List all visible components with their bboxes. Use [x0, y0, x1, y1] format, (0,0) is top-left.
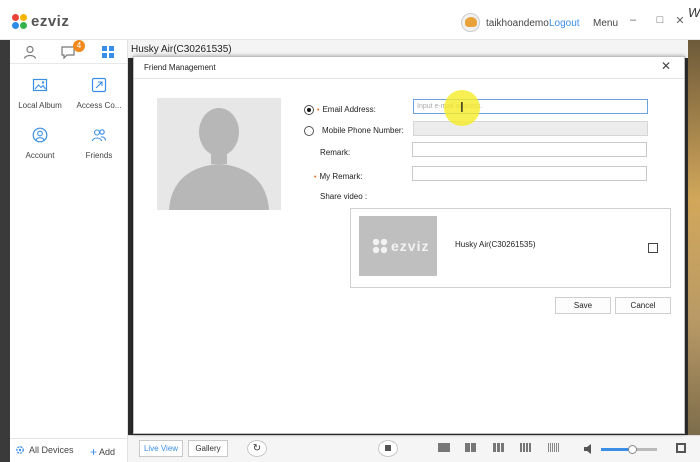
- ezviz-thumbnail-logo: ezviz: [372, 238, 429, 254]
- sidebar-item-label: Friends: [85, 151, 113, 160]
- device-name: Husky Air(C30261535): [131, 44, 232, 55]
- sidebar-item-local-album[interactable]: Local Album: [12, 77, 68, 110]
- sidebar-tabs: 4: [10, 40, 127, 64]
- add-label: Add: [99, 447, 116, 457]
- remark-input[interactable]: [412, 142, 647, 157]
- dialog-title: Friend Management: [144, 63, 216, 72]
- all-devices-label: All Devices: [29, 445, 74, 455]
- access-control-icon: [91, 77, 107, 93]
- plus-icon: +: [90, 445, 98, 459]
- my-remark-input[interactable]: [412, 166, 647, 181]
- phone-label: Mobile Phone Number:: [322, 126, 404, 135]
- ezviz-logo-mark-icon: [372, 238, 388, 254]
- notification-badge: 4: [73, 40, 85, 52]
- layout-16-icon[interactable]: [520, 443, 532, 452]
- phone-radio[interactable]: [304, 126, 314, 136]
- friend-management-dialog: Friend Management ✕ •Email Address: Mobi…: [133, 56, 685, 434]
- corner-letter: W: [688, 5, 700, 20]
- my-remark-label: My Remark:: [319, 172, 363, 181]
- image-icon: [32, 78, 48, 92]
- menu-button[interactable]: Menu: [593, 18, 618, 29]
- refresh-icon: ↻: [252, 443, 262, 454]
- volume-slider[interactable]: [601, 445, 657, 454]
- maximize-button[interactable]: □: [653, 14, 667, 26]
- sidebar-item-label: Local Album: [18, 101, 62, 110]
- remark-label: Remark:: [320, 148, 351, 157]
- sidebar-item-friends[interactable]: Friends: [71, 127, 127, 160]
- logout-link[interactable]: Logout: [549, 18, 580, 29]
- email-label-wrap: • Email Address:: [317, 105, 376, 114]
- text-cursor-icon: I: [460, 101, 464, 116]
- sidebar-item-label: Account: [25, 151, 55, 160]
- all-devices-button[interactable]: All Devices: [15, 445, 74, 455]
- gear-icon: [16, 446, 24, 454]
- sidebar: 4 Local Album Access Co... Account Frien…: [10, 40, 128, 462]
- email-radio[interactable]: [304, 105, 314, 115]
- required-marker: •: [317, 107, 320, 114]
- stop-button[interactable]: [378, 440, 398, 457]
- sidebar-footer: All Devices + Add: [10, 438, 128, 462]
- stop-icon: [385, 445, 391, 451]
- my-remark-label-wrap: • My Remark:: [314, 172, 363, 181]
- sidebar-item-access-control[interactable]: Access Co...: [71, 77, 127, 110]
- person-icon[interactable]: [22, 45, 38, 59]
- volume-knob[interactable]: [627, 445, 637, 454]
- title-bar: ezviz taikhoandemo Logout Menu – □ ✕ W: [0, 0, 700, 40]
- fullscreen-icon[interactable]: [676, 443, 686, 453]
- layout-4-icon[interactable]: [465, 443, 477, 452]
- bottom-toolbar: Live View Gallery ↻: [128, 435, 700, 462]
- friend-avatar-placeholder: [157, 98, 281, 210]
- device-thumbnail: ezviz: [359, 216, 437, 276]
- account-icon: [32, 127, 48, 143]
- dialog-close-button[interactable]: ✕: [661, 59, 671, 73]
- live-view-tab[interactable]: Live View: [139, 440, 183, 457]
- minimize-button[interactable]: –: [626, 14, 640, 26]
- username-label: taikhoandemo: [486, 18, 549, 29]
- layout-25-icon[interactable]: [548, 443, 560, 452]
- add-device-button[interactable]: + Add: [90, 445, 115, 459]
- phone-input[interactable]: [413, 121, 648, 136]
- logo-text: ezviz: [31, 13, 70, 30]
- share-device-checkbox[interactable]: [648, 243, 658, 253]
- ezviz-logo-mark-icon: [12, 13, 28, 30]
- sidebar-item-label: Access Co...: [76, 101, 122, 110]
- user-avatar[interactable]: [461, 13, 480, 32]
- layout-1-icon[interactable]: [438, 443, 450, 452]
- dialog-divider: [134, 78, 684, 79]
- gallery-tab[interactable]: Gallery: [188, 440, 228, 457]
- share-device-name: Husky Air(C30261535): [455, 240, 536, 249]
- grid-icon[interactable]: [100, 45, 116, 59]
- ezviz-logo: ezviz: [12, 13, 69, 30]
- speaker-icon[interactable]: [583, 443, 596, 455]
- save-button[interactable]: Save: [555, 297, 611, 314]
- share-video-list: ezviz Husky Air(C30261535): [350, 208, 671, 288]
- required-marker: •: [314, 174, 317, 181]
- person-silhouette-icon: [169, 108, 269, 210]
- window-close-button[interactable]: ✕: [673, 14, 687, 27]
- layout-9-icon[interactable]: [493, 443, 505, 452]
- cancel-button[interactable]: Cancel: [615, 297, 671, 314]
- background-edge: [688, 40, 700, 440]
- refresh-button[interactable]: ↻: [247, 440, 267, 457]
- share-video-label: Share video :: [320, 192, 368, 201]
- email-label: Email Address:: [322, 105, 376, 114]
- sidebar-item-account[interactable]: Account: [12, 127, 68, 160]
- thumbnail-logo-text: ezviz: [391, 238, 430, 254]
- friends-icon: [91, 129, 107, 142]
